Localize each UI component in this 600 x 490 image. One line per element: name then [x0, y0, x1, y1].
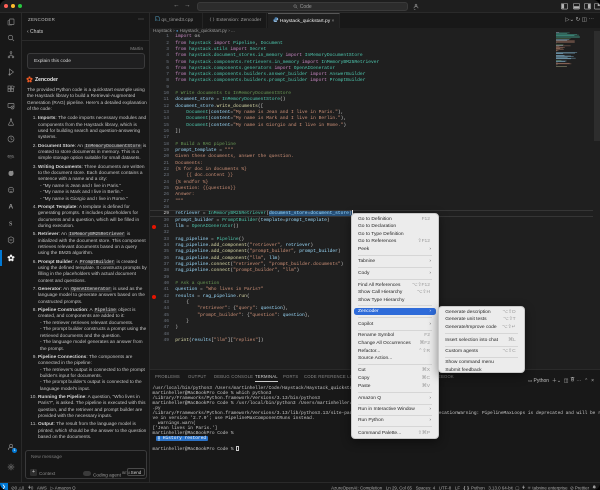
svg-text:+: + [156, 18, 158, 21]
svg-text:A: A [9, 204, 14, 211]
svg-text:aws: aws [7, 154, 14, 158]
svg-text:S: S [9, 222, 13, 228]
